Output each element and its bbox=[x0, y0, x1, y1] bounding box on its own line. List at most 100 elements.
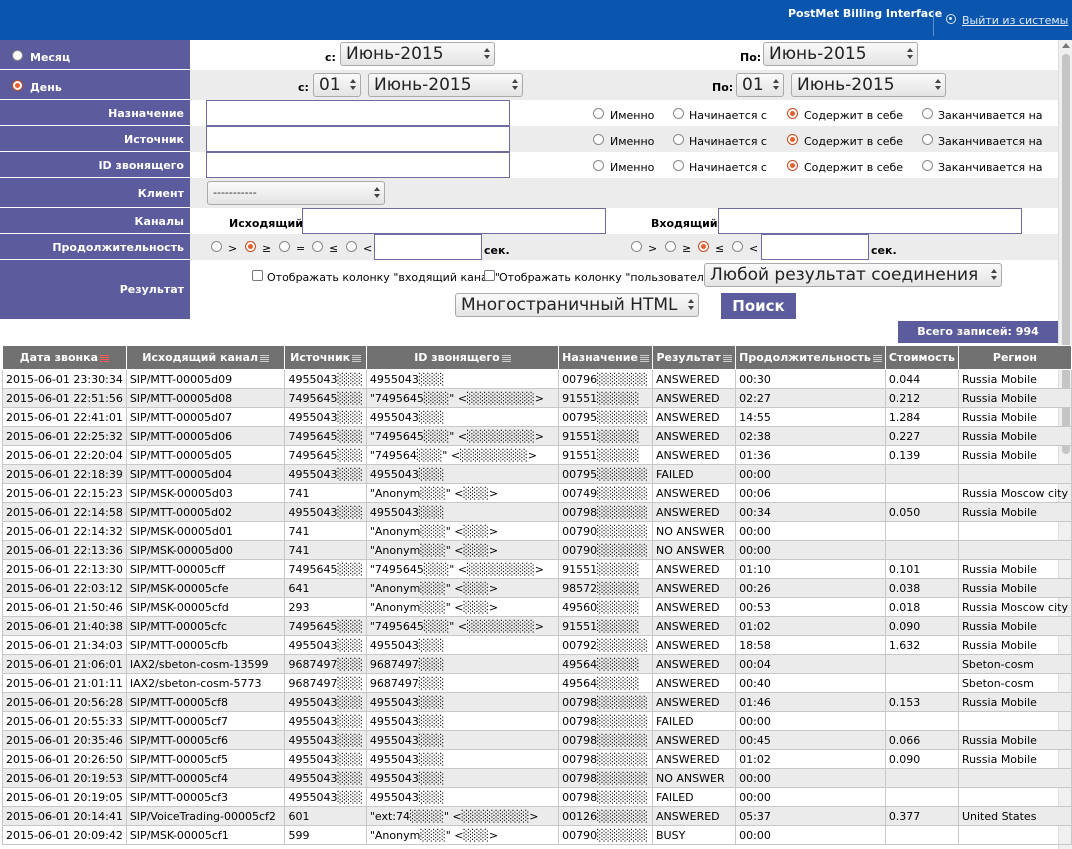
select-arrows-icon bbox=[991, 269, 997, 281]
cell-result: ANSWERED bbox=[651, 578, 737, 598]
duration-to-le-radio[interactable] bbox=[698, 241, 709, 252]
result-select[interactable]: Любой результат соединения bbox=[704, 263, 1002, 287]
duration-from-gt-radio[interactable] bbox=[211, 241, 222, 252]
col-header-region[interactable]: Регион bbox=[957, 345, 1072, 370]
cell-outgoing-channel: SIP/MTT-00005cfc bbox=[125, 616, 286, 636]
duration-to-ge-radio[interactable] bbox=[665, 241, 676, 252]
table-row[interactable]: 2015-06-01 20:55:33 SIP/MTT-00005cf7 49550… bbox=[2, 711, 1072, 731]
table-row[interactable]: 2015-06-01 22:15:23 SIP/MSK-00005d03 741 "A… bbox=[2, 483, 1072, 503]
duration-to-lt-radio[interactable] bbox=[732, 241, 743, 252]
table-row[interactable]: 2015-06-01 20:19:53 SIP/MTT-00005cf4 49550… bbox=[2, 768, 1072, 788]
sort-desc-icon bbox=[100, 354, 110, 362]
caller-id-match-ends-radio[interactable] bbox=[922, 160, 933, 171]
output-format-select[interactable]: Многостраничный HTML bbox=[455, 293, 699, 317]
table-row[interactable]: 2015-06-01 22:25:32 SIP/MTT-00005d06 74956… bbox=[2, 426, 1072, 446]
source-match-starts-radio[interactable] bbox=[673, 134, 684, 145]
table-row[interactable]: 2015-06-01 22:41:01 SIP/MTT-00005d07 49550… bbox=[2, 407, 1072, 427]
source-match-contains-radio[interactable] bbox=[787, 134, 798, 145]
caller-id-match-exact-radio[interactable] bbox=[593, 160, 604, 171]
source-match-exact-radio[interactable] bbox=[593, 134, 604, 145]
destination-match-ends-radio[interactable] bbox=[922, 108, 933, 119]
incoming-channel-input[interactable] bbox=[718, 208, 1022, 234]
duration-to-input[interactable] bbox=[761, 234, 869, 260]
cell-source: 7495645░░░ bbox=[284, 616, 367, 636]
select-arrows-icon bbox=[935, 79, 941, 91]
destination-match-contains-radio[interactable] bbox=[787, 108, 798, 119]
cell-result: FAILED bbox=[651, 711, 737, 731]
search-button[interactable]: Поиск bbox=[721, 293, 796, 319]
col-header-outgoing-channel[interactable]: Исходящий канал bbox=[125, 345, 286, 370]
table-row[interactable]: 2015-06-01 22:18:39 SIP/MTT-00005d04 49550… bbox=[2, 464, 1072, 484]
cell-date: 2015-06-01 22:14:32 bbox=[2, 521, 127, 541]
cell-region bbox=[957, 464, 1072, 484]
destination-match-starts-radio[interactable] bbox=[673, 108, 684, 119]
table-row[interactable]: 2015-06-01 20:26:50 SIP/MTT-00005cf5 49550… bbox=[2, 749, 1072, 769]
caller-id-match-contains-radio[interactable] bbox=[787, 160, 798, 171]
month-to-select[interactable]: Июнь-2015 bbox=[763, 42, 918, 66]
month-radio[interactable] bbox=[12, 50, 23, 61]
table-row[interactable]: 2015-06-01 21:40:38 SIP/MTT-00005cfc 74956… bbox=[2, 616, 1072, 636]
table-row[interactable]: 2015-06-01 20:35:46 SIP/MTT-00005cf6 49550… bbox=[2, 730, 1072, 750]
logout-icon[interactable] bbox=[946, 14, 956, 24]
client-select[interactable]: ----------- bbox=[207, 181, 385, 205]
duration-to-gt-radio[interactable] bbox=[631, 241, 642, 252]
duration-from-le-radio[interactable] bbox=[312, 241, 323, 252]
table-row[interactable]: 2015-06-01 21:34:03 SIP/MTT-00005cfb 49550… bbox=[2, 635, 1072, 655]
op-gt-label: > bbox=[228, 242, 238, 255]
destination-input[interactable] bbox=[206, 100, 510, 126]
col-header-caller-id[interactable]: ID звонящего bbox=[365, 345, 560, 370]
cell-source: 7495645░░░ bbox=[284, 388, 367, 408]
destination-match-exact-radio[interactable] bbox=[593, 108, 604, 119]
select-arrows-icon bbox=[350, 79, 356, 91]
sort-icon bbox=[722, 354, 732, 362]
table-row[interactable]: 2015-06-01 22:51:56 SIP/MTT-00005d08 74956… bbox=[2, 388, 1072, 408]
table-row[interactable]: 2015-06-01 20:09:42 SIP/MSK-00005cf1 599 "A… bbox=[2, 825, 1072, 845]
source-input[interactable] bbox=[206, 126, 510, 152]
cell-destination: 00790░░░░░░ bbox=[558, 521, 653, 541]
outgoing-channel-input[interactable] bbox=[302, 208, 606, 234]
duration-from-eq-radio[interactable] bbox=[279, 241, 290, 252]
caller-id-match-starts-radio[interactable] bbox=[673, 160, 684, 171]
cell-duration: 00:30 bbox=[735, 369, 886, 389]
show-incoming-channel-checkbox[interactable] bbox=[252, 270, 263, 281]
day-to-day-select[interactable]: 01 bbox=[736, 73, 784, 97]
duration-from-input[interactable] bbox=[374, 234, 482, 260]
table-row[interactable]: 2015-06-01 21:01:11 IAX2/sbeton-cosm-5773… bbox=[2, 673, 1072, 693]
source-match-ends-radio[interactable] bbox=[922, 134, 933, 145]
table-row[interactable]: 2015-06-01 20:14:41 SIP/VoiceTrading-0000… bbox=[2, 806, 1072, 826]
table-row[interactable]: 2015-06-01 22:13:30 SIP/MTT-00005cff 74956… bbox=[2, 559, 1072, 579]
cell-duration: 00:00 bbox=[735, 540, 886, 560]
duration-from-lt-radio[interactable] bbox=[346, 241, 357, 252]
col-header-source[interactable]: Источник bbox=[284, 345, 367, 370]
table-row[interactable]: 2015-06-01 20:56:28 SIP/MTT-00005cf8 49550… bbox=[2, 692, 1072, 712]
table-row[interactable]: 2015-06-01 21:50:46 SIP/MSK-00005cfd 293 "A… bbox=[2, 597, 1072, 617]
scroll-up-icon[interactable] bbox=[1062, 43, 1070, 48]
col-header-date[interactable]: Дата звонка bbox=[2, 345, 127, 370]
table-row[interactable]: 2015-06-01 20:19:05 SIP/MTT-00005cf3 49550… bbox=[2, 787, 1072, 807]
table-row[interactable]: 2015-06-01 21:06:01 IAX2/sbeton-cosm-1359… bbox=[2, 654, 1072, 674]
cell-caller-id: "7495645░░░" <░░░░░░░░> bbox=[365, 616, 560, 636]
cell-region: Russia Moscow city bbox=[957, 483, 1072, 503]
table-row[interactable]: 2015-06-01 22:20:04 SIP/MTT-00005d05 74956… bbox=[2, 445, 1072, 465]
col-header-result[interactable]: Результат bbox=[651, 345, 737, 370]
table-row[interactable]: 2015-06-01 23:30:34 SIP/MTT-00005d09 49550… bbox=[2, 369, 1072, 389]
day-radio[interactable] bbox=[12, 80, 23, 91]
table-row[interactable]: 2015-06-01 22:13:36 SIP/MSK-00005d00 741 "A… bbox=[2, 540, 1072, 560]
table-row[interactable]: 2015-06-01 22:03:12 SIP/MSK-00005cfe 641 "A… bbox=[2, 578, 1072, 598]
col-header-duration[interactable]: Продолжительность bbox=[735, 345, 886, 370]
month-from-select[interactable]: Июнь-2015 bbox=[340, 42, 495, 66]
day-from-day-select[interactable]: 01 bbox=[313, 73, 361, 97]
table-row[interactable]: 2015-06-01 22:14:32 SIP/MSK-00005d01 741 "A… bbox=[2, 521, 1072, 541]
logout-link[interactable]: Выйти из системы bbox=[962, 14, 1068, 27]
col-header-cost[interactable]: Стоимость bbox=[884, 345, 959, 370]
duration-from-ge-radio[interactable] bbox=[245, 241, 256, 252]
caller-id-input[interactable] bbox=[206, 152, 510, 178]
col-header-destination[interactable]: Назначение bbox=[558, 345, 653, 370]
cell-result: ANSWERED bbox=[651, 369, 737, 389]
table-row[interactable]: 2015-06-01 22:14:58 SIP/MTT-00005d02 49550… bbox=[2, 502, 1072, 522]
day-from-month-select[interactable]: Июнь-2015 bbox=[368, 73, 523, 97]
op-le-label: ≤ bbox=[715, 242, 725, 255]
cell-date: 2015-06-01 22:20:04 bbox=[2, 445, 127, 465]
show-user-checkbox[interactable] bbox=[484, 270, 495, 281]
day-to-month-select[interactable]: Июнь-2015 bbox=[791, 73, 946, 97]
